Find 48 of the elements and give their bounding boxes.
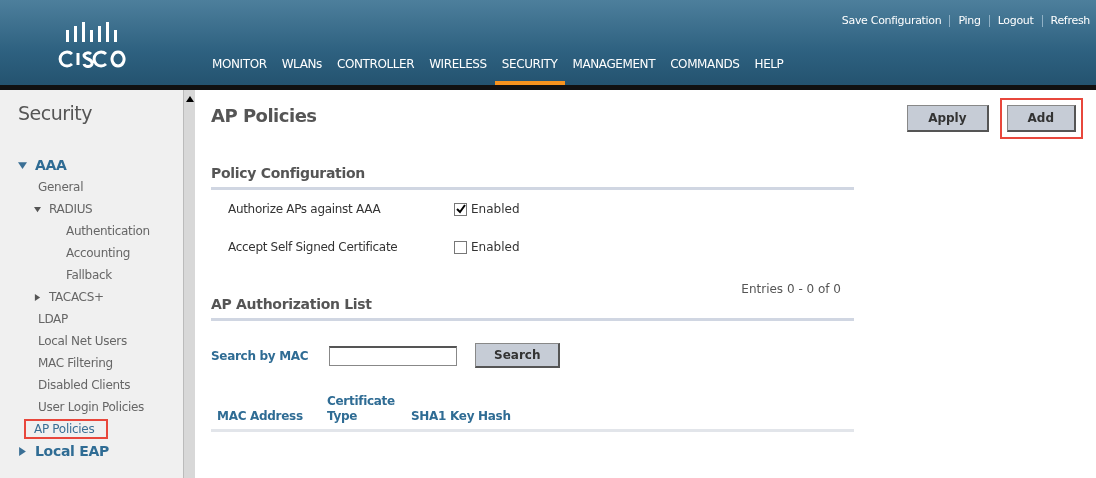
- sidebar-item[interactable]: RADIUS: [45, 199, 97, 219]
- checkbox[interactable]: [454, 240, 467, 254]
- setting-label: Authorize APs against AAA: [228, 202, 382, 216]
- sidebar-item[interactable]: Local Net Users: [34, 331, 131, 351]
- sidebar-item[interactable]: AAA: [31, 154, 71, 176]
- sidebar-title: Security: [17, 102, 94, 124]
- header-link[interactable]: Refresh: [1050, 14, 1090, 27]
- sidebar-item[interactable]: General: [34, 177, 88, 197]
- expanded-icon[interactable]: [18, 160, 27, 170]
- nav-tab[interactable]: WLANs: [274, 57, 330, 85]
- header-link[interactable]: Save Configuration: [841, 14, 942, 27]
- scrollbar[interactable]: [183, 90, 195, 478]
- column-header: SHA1 Key Hash: [411, 409, 511, 424]
- sidebar-item[interactable]: Fallback: [62, 265, 116, 285]
- search-button[interactable]: Search: [475, 343, 561, 368]
- scroll-up-icon[interactable]: [185, 96, 194, 102]
- action-button[interactable]: Add: [1006, 105, 1076, 132]
- setting-label: Accept Self Signed Certificate: [228, 240, 399, 254]
- nav-tab[interactable]: MANAGEMENT: [565, 57, 664, 85]
- header-link[interactable]: Ping: [958, 14, 981, 27]
- nav-tab[interactable]: HELP: [747, 57, 792, 85]
- sidebar-item[interactable]: Authentication: [62, 221, 154, 241]
- nav-tab[interactable]: COMMANDS: [663, 57, 748, 85]
- column-header: Certificate Type: [327, 394, 396, 424]
- sidebar-item[interactable]: AP Policies: [24, 419, 109, 439]
- page-title: AP Policies: [211, 104, 317, 126]
- sidebar-item[interactable]: LDAP: [34, 309, 72, 329]
- checkbox-label: Enabled: [471, 240, 520, 254]
- column-header: MAC Address: [217, 409, 304, 424]
- sidebar-item[interactable]: Disabled Clients: [34, 375, 135, 395]
- section-heading: Policy Configuration: [211, 165, 854, 190]
- expanded-icon[interactable]: [34, 205, 41, 213]
- checkbox[interactable]: [454, 202, 467, 216]
- search-field[interactable]: [329, 345, 457, 366]
- action-button[interactable]: Apply: [907, 105, 989, 132]
- collapsed-icon[interactable]: [18, 446, 27, 456]
- sidebar-item[interactable]: TACACS+: [45, 287, 108, 307]
- sidebar-item[interactable]: Accounting: [62, 243, 134, 263]
- sidebar-item[interactable]: Local EAP: [31, 440, 113, 462]
- sidebar-item[interactable]: User Login Policies: [34, 397, 149, 417]
- nav-tab[interactable]: CONTROLLER: [329, 57, 423, 85]
- nav-tab[interactable]: WIRELESS: [422, 57, 495, 85]
- checkbox-label: Enabled: [471, 202, 520, 216]
- search-label: Search by MAC: [211, 348, 310, 363]
- sidebar-item[interactable]: MAC Filtering: [34, 353, 117, 373]
- collapsed-icon[interactable]: [34, 293, 41, 301]
- nav-tab[interactable]: MONITOR: [205, 57, 275, 85]
- header-link[interactable]: Logout: [997, 14, 1034, 27]
